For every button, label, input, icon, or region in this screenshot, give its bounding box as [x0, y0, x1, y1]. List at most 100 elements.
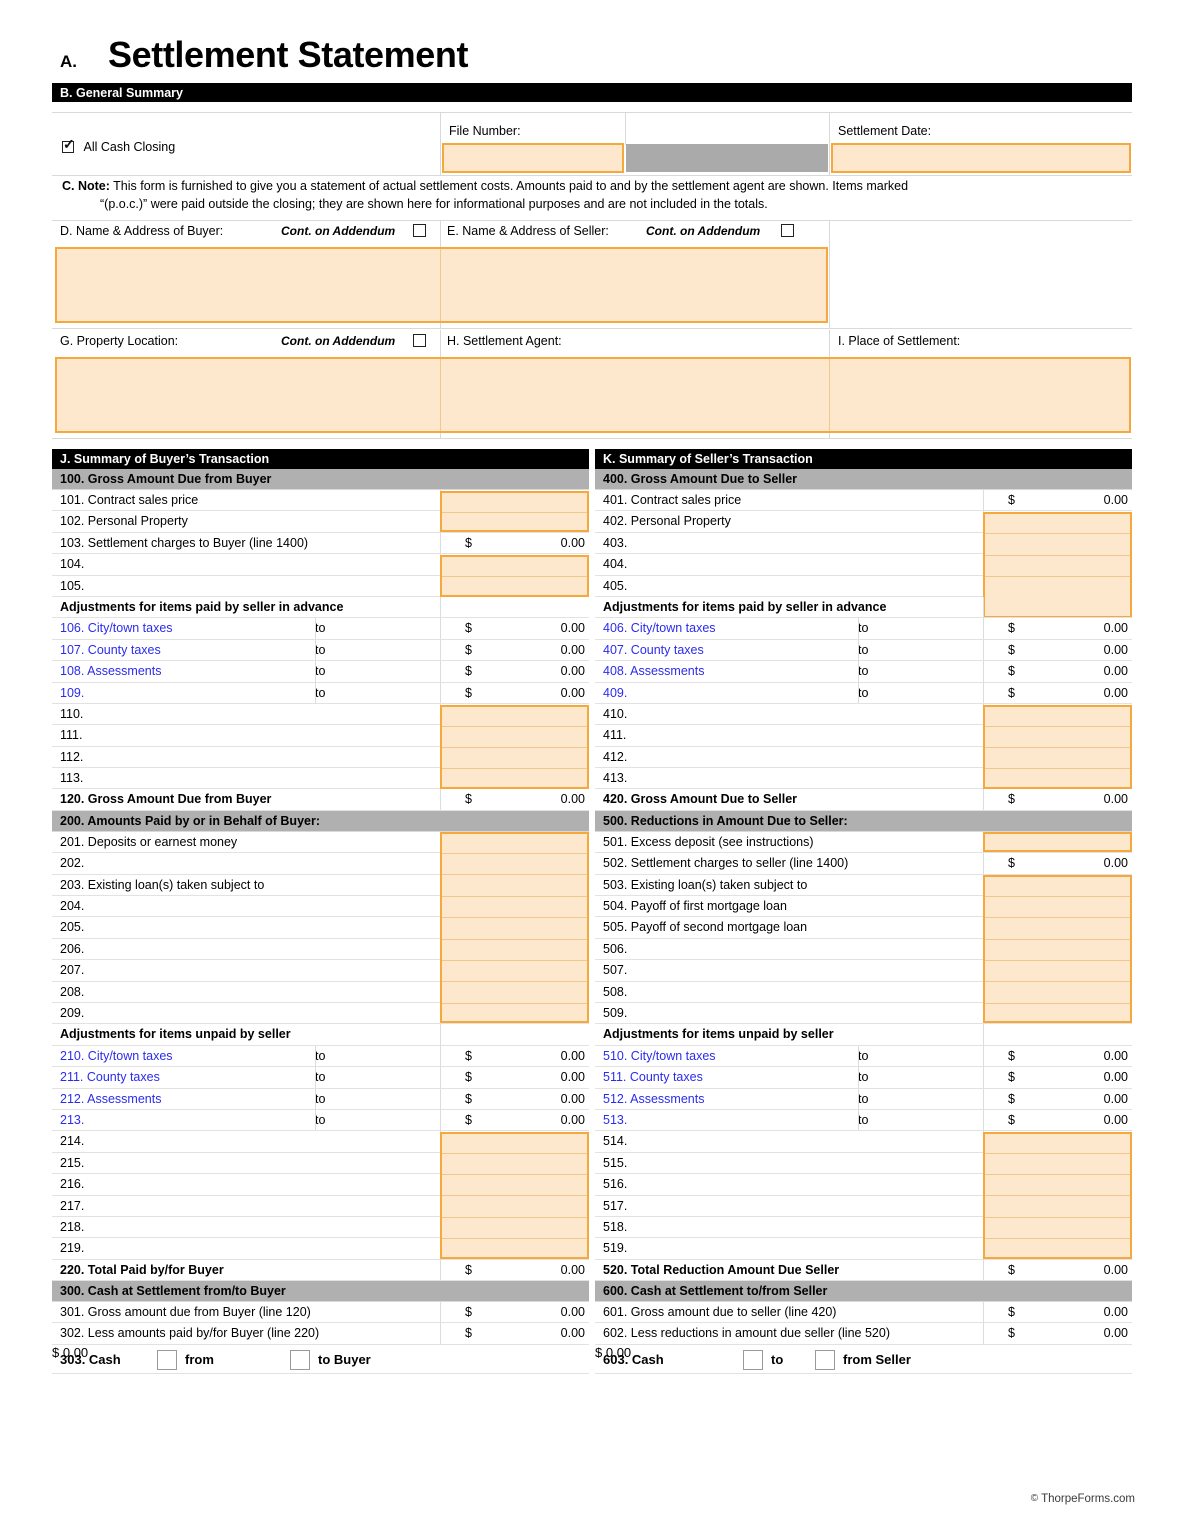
field-row-divider — [442, 725, 587, 727]
row-amount-value: 0.00 — [560, 642, 585, 657]
amount-input-field[interactable] — [983, 832, 1132, 853]
row-amount-value: 0.00 — [560, 1091, 585, 1106]
seller-rows-400: 401. Contract sales price $0.00 402. Perso… — [595, 490, 1132, 618]
row-amount-value: 0.00 — [1103, 1048, 1128, 1063]
row-label: 506. — [603, 941, 628, 956]
row-label: 410. — [603, 706, 628, 721]
row-label: 502. Settlement charges to seller (line … — [603, 856, 849, 871]
dollar-sign: $ — [465, 1091, 472, 1106]
field-row-divider — [985, 1174, 1130, 1176]
total-amount-value: 0.00 — [1103, 1262, 1128, 1277]
seller-address-input[interactable] — [446, 250, 824, 320]
divider-de-v2 — [829, 220, 830, 328]
seller-adj-unpaid-label: Adjustments for items unpaid by seller — [603, 1027, 834, 1042]
field-row-divider — [442, 874, 587, 876]
buyer-group-300-header: 300. Cash at Settlement from/to Buyer — [52, 1281, 589, 1303]
row-label: 103. Settlement charges to Buyer (line 1… — [60, 535, 309, 550]
property-cont-addendum-checkbox[interactable] — [413, 334, 426, 347]
dollar-sign: $ — [1008, 1048, 1015, 1063]
amount-input-field[interactable] — [440, 704, 589, 789]
total-amount-cell: $0.00 — [1008, 792, 1128, 806]
amount-input-field[interactable] — [440, 490, 589, 532]
amount-input-field[interactable] — [983, 1132, 1132, 1260]
dollar-sign: $ — [1008, 1091, 1015, 1106]
property-cont-addendum-label: Cont. on Addendum — [281, 334, 396, 348]
seller-cash-dollar-sign: $ — [595, 1344, 603, 1360]
settlement-agent-input[interactable] — [446, 360, 824, 430]
buyer-cash-from-checkbox[interactable] — [157, 1349, 177, 1370]
all-cash-closing-label: All Cash Closing — [83, 140, 176, 154]
amount-input-field[interactable] — [440, 1132, 589, 1260]
seller-adj-advance-header-row: Adjustments for items paid by seller in … — [595, 596, 1132, 619]
amount-input-field[interactable] — [983, 875, 1132, 1024]
row-label: 208. — [60, 984, 85, 999]
table-row: 401. Contract sales price $0.00 — [595, 490, 1132, 512]
divider-b-top — [52, 112, 1132, 113]
table-row: 302. Less amounts paid by/for Buyer (lin… — [52, 1323, 589, 1345]
dollar-sign: $ — [1008, 1112, 1015, 1127]
field-row-divider — [985, 896, 1130, 898]
dollar-sign: $ — [465, 1112, 472, 1127]
seller-cash-to-checkbox[interactable] — [743, 1349, 763, 1370]
property-location-label: G. Property Location: — [60, 334, 179, 348]
file-number-input[interactable] — [442, 143, 624, 173]
row-to-label: to — [858, 664, 869, 679]
row-amount-value: 0.00 — [560, 664, 585, 679]
row-label: 207. — [60, 963, 85, 978]
field-row-divider — [442, 767, 587, 769]
row-label: 108. Assessments — [60, 664, 162, 679]
all-cash-closing-checkbox[interactable] — [62, 137, 75, 153]
buyer-cash-dollar-sign: $ — [52, 1344, 60, 1360]
seller-cash-to-word: to — [771, 1351, 784, 1367]
field-row-divider — [442, 746, 587, 748]
table-row: 510. City/town taxes to $0.00 — [595, 1045, 1132, 1068]
row-amount-value: 0.00 — [560, 1305, 585, 1320]
row-amount-value: 0.00 — [1103, 856, 1128, 871]
buyer-cont-addendum-checkbox[interactable] — [413, 224, 426, 237]
settlement-statement-page: A. Settlement Statement B. General Summa… — [0, 0, 1187, 1536]
row-label: 105. — [60, 578, 85, 593]
amount-column-divider — [983, 1088, 984, 1109]
row-label: 212. Assessments — [60, 1091, 162, 1106]
total-amount-cell: $0.00 — [465, 792, 585, 806]
settlement-date-input[interactable] — [831, 143, 1131, 173]
footer: © ThorpeForms.com — [1031, 1493, 1135, 1505]
row-divider — [858, 661, 859, 682]
table-row: 211. County taxes to $0.00 — [52, 1067, 589, 1089]
place-of-settlement-input[interactable] — [835, 360, 1125, 430]
row-amount-cell: $0.00 — [465, 1305, 585, 1319]
amount-input-field[interactable] — [440, 832, 589, 1024]
row-amount-cell: $0.00 — [1008, 1305, 1128, 1319]
row-to-label: to — [315, 685, 326, 700]
row-amount-cell: $0.00 — [465, 664, 585, 678]
row-amount-value: 0.00 — [1103, 642, 1128, 657]
divider-b-bottom — [52, 175, 1132, 176]
row-to-label: to — [315, 621, 326, 636]
dollar-sign: $ — [465, 1262, 472, 1277]
dollar-sign: $ — [465, 1048, 472, 1063]
row-label: 113. — [60, 771, 84, 786]
row-amount-value: 0.00 — [1103, 685, 1128, 700]
seller-cash-from-checkbox[interactable] — [815, 1349, 835, 1370]
field-row-divider — [442, 1174, 587, 1176]
row-to-label: to — [858, 1070, 869, 1085]
row-amount-value: 0.00 — [560, 1070, 585, 1085]
dollar-sign: $ — [465, 535, 472, 550]
settlement-date-label: Settlement Date: — [838, 124, 932, 138]
buyer-cash-to-checkbox[interactable] — [290, 1349, 310, 1370]
row-label: 201. Deposits or earnest money — [60, 834, 238, 849]
row-amount-value: 0.00 — [560, 685, 585, 700]
amount-input-field[interactable] — [440, 554, 589, 597]
row-label: 601. Gross amount due to seller (line 42… — [603, 1305, 837, 1320]
row-amount-cell: $0.00 — [465, 686, 585, 700]
buyer-address-input[interactable] — [58, 250, 436, 320]
property-location-input[interactable] — [58, 360, 436, 430]
row-divider — [315, 618, 316, 639]
row-amount-value: 0.00 — [560, 1326, 585, 1341]
total-amount-value: 0.00 — [560, 792, 585, 807]
all-cash-closing-row[interactable]: All Cash Closing — [62, 137, 176, 154]
amount-column-divider — [983, 639, 984, 661]
row-to-label: to — [858, 685, 869, 700]
amount-input-field[interactable] — [983, 704, 1132, 789]
seller-cont-addendum-checkbox[interactable] — [781, 224, 794, 237]
